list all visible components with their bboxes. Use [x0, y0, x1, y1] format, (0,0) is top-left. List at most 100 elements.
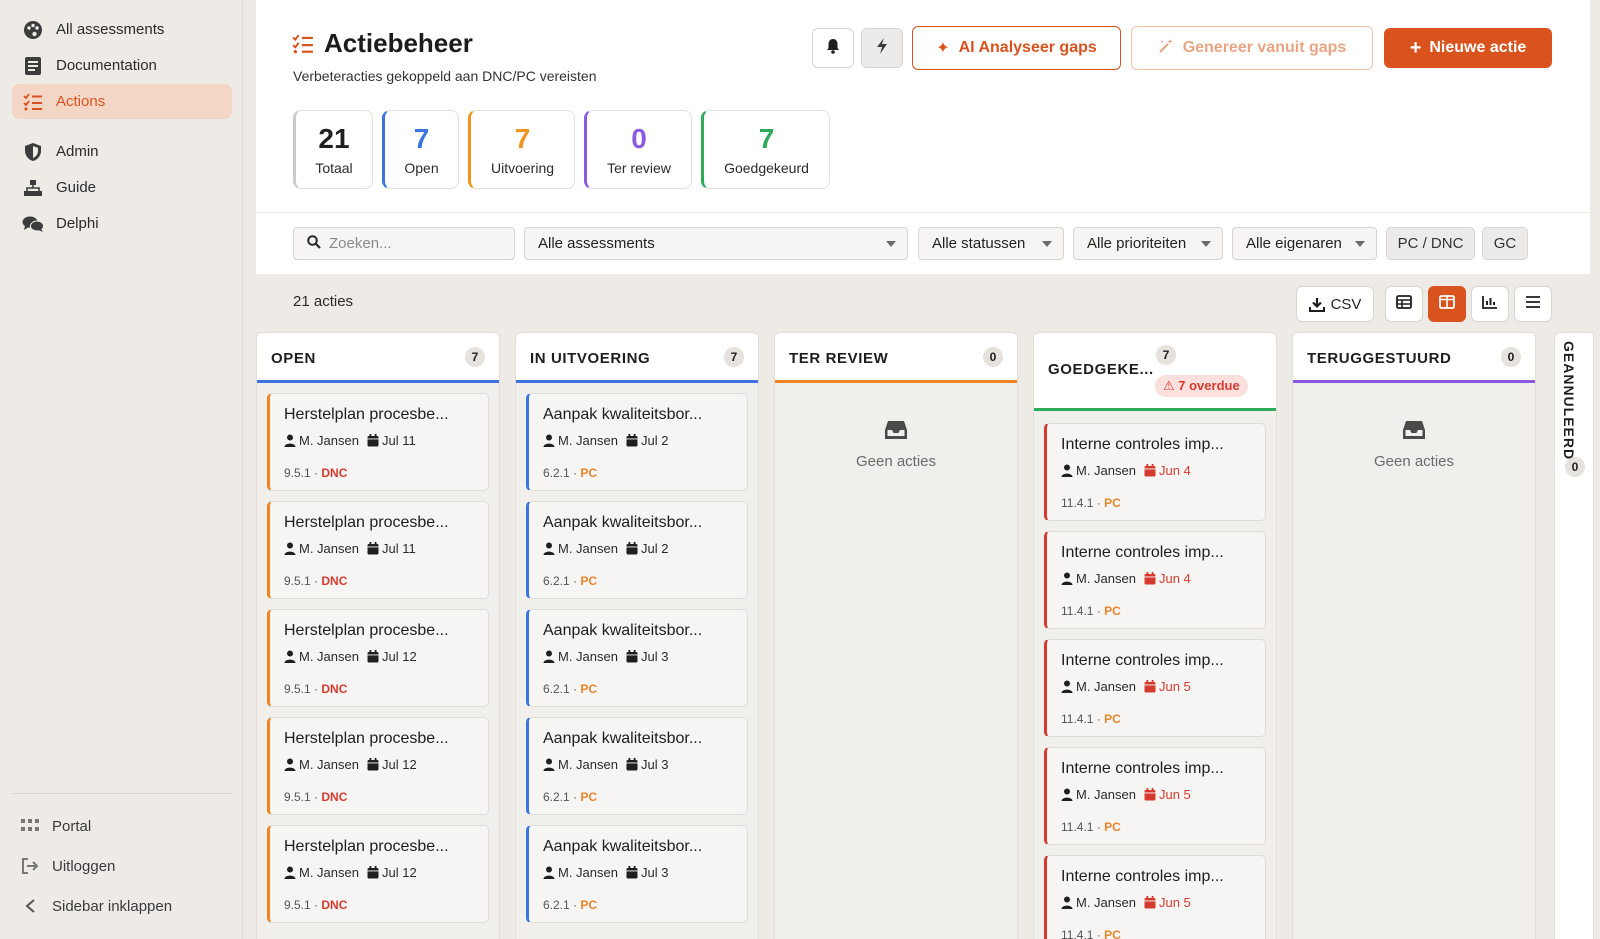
- page-subtitle: Verbeteracties gekoppeld aan DNC/PC vere…: [293, 68, 597, 84]
- sidebar-item-guide[interactable]: Guide: [12, 170, 232, 205]
- calendar-icon: [1144, 896, 1156, 909]
- card-owner: M. Jansen: [558, 865, 618, 880]
- calendar-icon: [367, 542, 379, 555]
- chevron-down-icon: [886, 241, 896, 247]
- shield-icon: [22, 141, 44, 163]
- action-card[interactable]: Herstelplan procesbe... M. Jansen Jul 12 9.…: [267, 717, 489, 815]
- card-reference: 9.5.1 · DNC: [284, 574, 347, 588]
- column-count-badge: 7: [724, 347, 744, 367]
- generate-from-gaps-button[interactable]: Genereer vanuit gaps: [1131, 26, 1373, 70]
- action-card[interactable]: Aanpak kwaliteitsbor... M. Jansen Jul 2 6.2…: [526, 501, 748, 599]
- card-ref-code: 11.4.1 ·: [1061, 928, 1101, 939]
- card-ref-code: 9.5.1 ·: [284, 790, 319, 804]
- action-card[interactable]: Aanpak kwaliteitsbor... M. Jansen Jul 3 6.2…: [526, 717, 748, 815]
- priority-select[interactable]: Alle prioriteiten: [1073, 227, 1223, 260]
- column-header: TER REVIEW 0: [775, 333, 1017, 383]
- collapse-sidebar-button[interactable]: Sidebar inklappen: [20, 896, 172, 916]
- user-icon: [284, 866, 296, 879]
- action-card[interactable]: Herstelplan procesbe... M. Jansen Jul 12 9.…: [267, 609, 489, 707]
- view-table-button[interactable]: [1385, 286, 1423, 322]
- card-due-date: Jul 12: [381, 865, 417, 880]
- card-reference: 9.5.1 · DNC: [284, 466, 347, 480]
- filter-chip-gc[interactable]: GC: [1482, 227, 1528, 260]
- csv-export-button[interactable]: CSV: [1296, 286, 1374, 322]
- sidebar-item-delphi[interactable]: Delphi: [12, 206, 232, 241]
- filter-chip-pc-dnc[interactable]: PC / DNC: [1386, 227, 1475, 260]
- user-icon: [1061, 896, 1073, 909]
- card-title: Interne controles imp...: [1061, 868, 1224, 885]
- card-tag: PC: [580, 466, 598, 480]
- main-panel: Actiebeheer Verbeteracties gekoppeld aan…: [256, 0, 1594, 939]
- card-reference: 11.4.1 · PC: [1061, 712, 1121, 726]
- column-title: GEANNULEERD: [1561, 341, 1577, 461]
- action-card[interactable]: Aanpak kwaliteitsbor... M. Jansen Jul 2 6.2…: [526, 393, 748, 491]
- priority-select-value: Alle prioriteiten: [1087, 235, 1187, 252]
- user-icon: [543, 434, 555, 447]
- action-card[interactable]: Interne controles imp... M. Jansen Jun 5 11…: [1044, 747, 1266, 845]
- action-card[interactable]: Interne controles imp... M. Jansen Jun 4 11…: [1044, 531, 1266, 629]
- action-card[interactable]: Herstelplan procesbe... M. Jansen Jul 12 9.…: [267, 825, 489, 923]
- quick-action-button[interactable]: [861, 28, 903, 68]
- stat-approved[interactable]: 7 Goedgekeurd: [701, 110, 830, 189]
- assessment-select[interactable]: Alle assessments: [524, 227, 908, 260]
- card-due-date: Jul 2: [640, 433, 669, 448]
- view-chart-button[interactable]: [1471, 286, 1509, 322]
- grid-icon: [20, 816, 40, 836]
- status-select[interactable]: Alle statussen: [918, 227, 1064, 260]
- action-card[interactable]: Aanpak kwaliteitsbor... M. Jansen Jul 3 6.2…: [526, 825, 748, 923]
- card-ref-code: 9.5.1 ·: [284, 466, 319, 480]
- user-icon: [1061, 464, 1073, 477]
- notifications-button[interactable]: [812, 28, 854, 68]
- view-list-button[interactable]: [1514, 286, 1552, 322]
- search-box[interactable]: [293, 227, 515, 260]
- column-title: GOEDGEKE...: [1048, 361, 1154, 378]
- action-card[interactable]: Interne controles imp... M. Jansen Jun 5 11…: [1044, 639, 1266, 737]
- overdue-badge: ⚠ 7 overdue: [1155, 375, 1248, 397]
- card-tag: PC: [1104, 712, 1121, 726]
- card-meta: M. Jansen Jun 4: [1061, 463, 1191, 478]
- filter-bar: Alle assessments Alle statussen Alle pri…: [256, 212, 1590, 274]
- stat-review[interactable]: 0 Ter review: [584, 110, 692, 189]
- action-card[interactable]: Interne controles imp... M. Jansen Jun 4 11…: [1044, 423, 1266, 521]
- action-card[interactable]: Interne controles imp... M. Jansen Jun 5 11…: [1044, 855, 1266, 939]
- card-meta: M. Jansen Jul 11: [284, 433, 416, 448]
- column-cancelled-collapsed[interactable]: GEANNULEERD 0: [1554, 332, 1594, 939]
- card-meta: M. Jansen Jun 5: [1061, 895, 1191, 910]
- logout-link[interactable]: Uitloggen: [20, 856, 115, 876]
- user-icon: [284, 758, 296, 771]
- action-card[interactable]: Herstelplan procesbe... M. Jansen Jul 11 9.…: [267, 393, 489, 491]
- sidebar-item-all-assessments[interactable]: All assessments: [12, 12, 232, 47]
- sidebar-item-actions[interactable]: Actions: [12, 84, 232, 119]
- card-ref-code: 6.2.1 ·: [543, 898, 578, 912]
- column-in-progress: IN UITVOERING 7 Aanpak kwaliteitsbor... M…: [515, 332, 759, 939]
- card-meta: M. Jansen Jul 2: [543, 433, 668, 448]
- owner-select[interactable]: Alle eigenaren: [1232, 227, 1377, 260]
- card-owner: M. Jansen: [558, 433, 618, 448]
- sidebar-item-documentation[interactable]: Documentation: [12, 48, 232, 83]
- action-card[interactable]: Aanpak kwaliteitsbor... M. Jansen Jul 3 6.2…: [526, 609, 748, 707]
- view-board-button[interactable]: [1428, 286, 1466, 322]
- ai-analyze-gaps-button[interactable]: ✦ AI Analyseer gaps: [912, 26, 1121, 70]
- column-status-line: [516, 380, 758, 383]
- stat-open[interactable]: 7 Open: [382, 110, 459, 189]
- column-count-badge: 0: [1501, 347, 1521, 367]
- assessment-select-value: Alle assessments: [538, 235, 655, 252]
- stat-total[interactable]: 21 Totaal: [293, 110, 373, 189]
- portal-link[interactable]: Portal: [20, 816, 91, 836]
- new-action-button[interactable]: + Nieuwe actie: [1384, 28, 1552, 68]
- stat-in-progress[interactable]: 7 Uitvoering: [468, 110, 575, 189]
- column-open: OPEN 7 Herstelplan procesbe... M. Jansen J…: [256, 332, 500, 939]
- card-tag: PC: [580, 574, 598, 588]
- sidebar-item-admin[interactable]: Admin: [12, 134, 232, 169]
- card-reference: 9.5.1 · DNC: [284, 682, 347, 696]
- empty-state: Geen acties: [1293, 419, 1535, 470]
- calendar-icon: [367, 758, 379, 771]
- card-due-date: Jun 5: [1158, 787, 1191, 802]
- calendar-icon: [1144, 572, 1156, 585]
- column-status-line: [1293, 380, 1535, 383]
- search-input[interactable]: [329, 235, 499, 252]
- generate-from-gaps-label: Genereer vanuit gaps: [1182, 39, 1347, 56]
- calendar-icon: [367, 866, 379, 879]
- action-card[interactable]: Herstelplan procesbe... M. Jansen Jul 11 9.…: [267, 501, 489, 599]
- calendar-icon: [1144, 464, 1156, 477]
